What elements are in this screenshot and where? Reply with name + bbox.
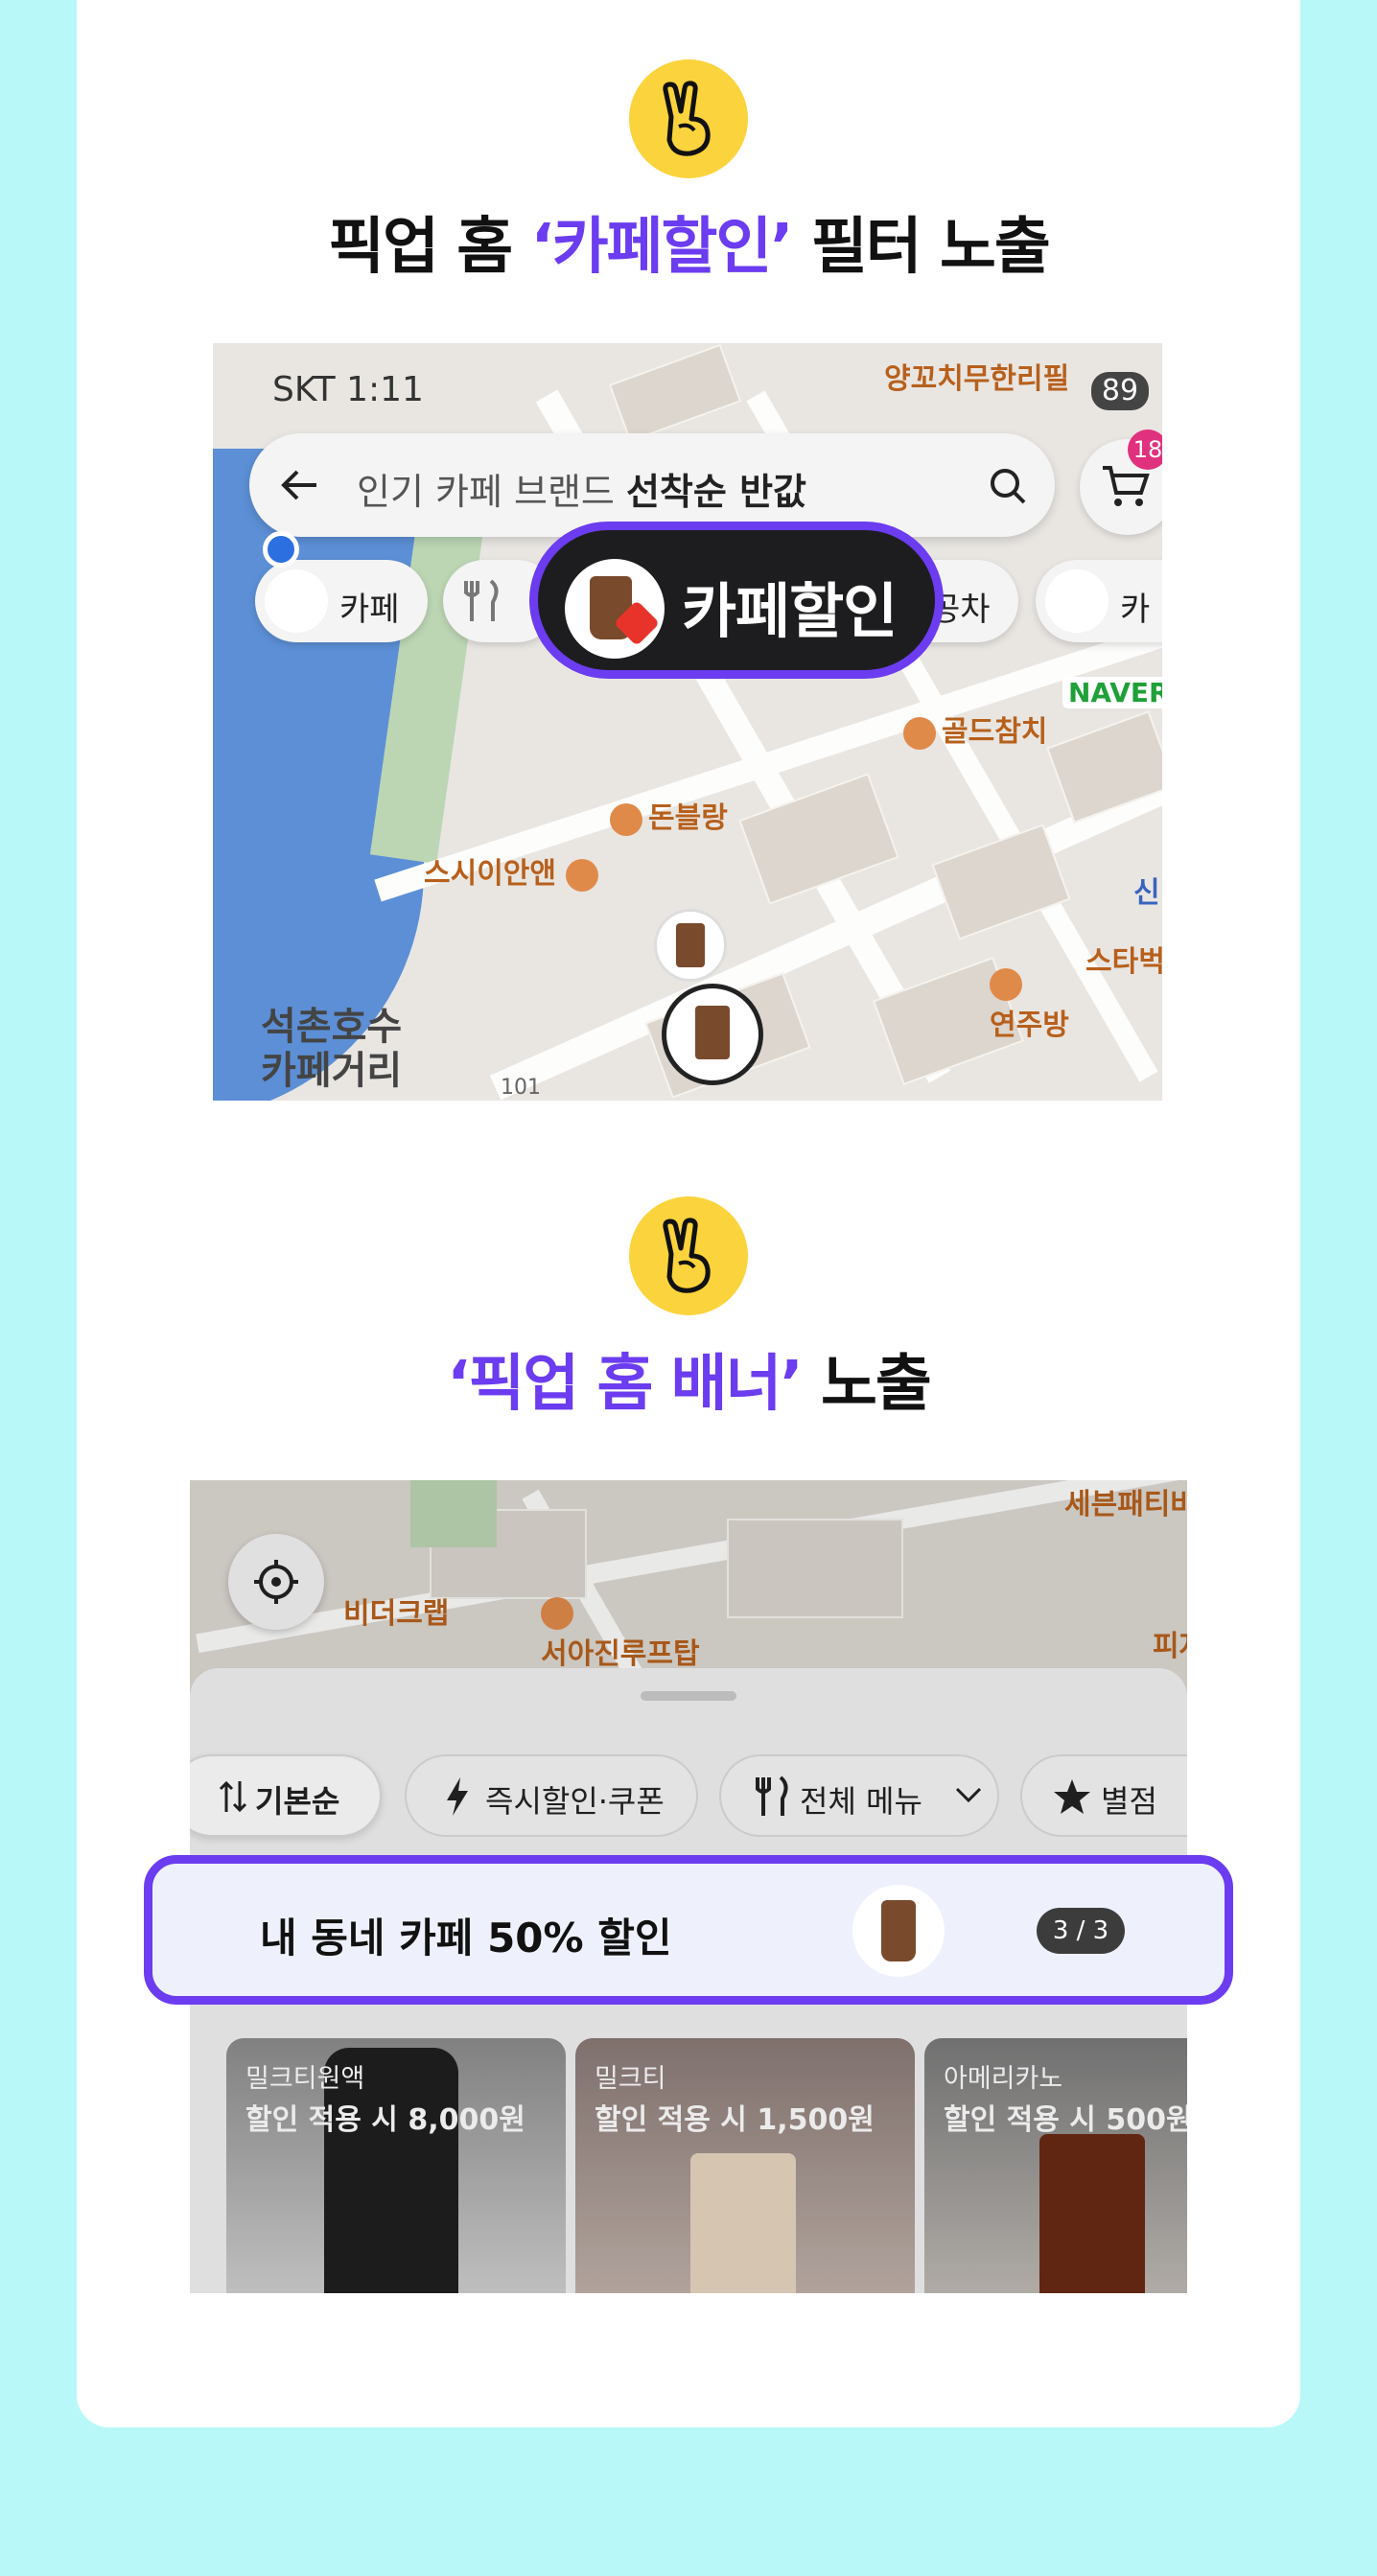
fork-knife-icon	[464, 579, 499, 621]
cafe-marker-selected[interactable]	[662, 984, 763, 1085]
victory-hand-badge	[629, 1196, 748, 1315]
poi-label: 신	[1133, 876, 1160, 910]
chip-cafe[interactable]: 카페	[255, 560, 428, 642]
coffee-cup-icon	[265, 569, 328, 633]
poi-label: 골드참치	[903, 708, 1047, 750]
chip-label: 카페	[339, 591, 400, 629]
heading-text: 픽업 홈	[328, 212, 531, 283]
naver-logo: NAVER	[1062, 677, 1162, 708]
location-dot	[263, 531, 299, 568]
status-bar: SKT 1:11	[272, 370, 424, 409]
coffee-cup-icon	[852, 1885, 945, 1977]
poi-label: 연주방	[990, 966, 1069, 1043]
heading-accent: ‘픽업 홈 배너’	[447, 1349, 804, 1420]
heading-text-post: 필터 노출	[791, 212, 1051, 283]
search-icon[interactable]	[988, 466, 1028, 506]
chip-label: 카	[1120, 591, 1151, 629]
section1-heading: 픽업 홈 ‘카페할인’ 필터 노출	[0, 197, 1377, 286]
cart-icon	[1103, 466, 1150, 506]
victory-hand-icon	[663, 1218, 711, 1293]
victory-hand-badge	[629, 59, 748, 178]
battery-indicator: 89	[1091, 372, 1149, 410]
poi-label: 스시이안앤	[424, 849, 604, 892]
poi-label: 스타벅	[1085, 945, 1162, 979]
poi-label: 돈블랑	[610, 794, 728, 836]
banner-pager: 3 / 3	[1037, 1908, 1125, 1954]
cart-count-badge: 18	[1128, 429, 1162, 470]
chip-partial[interactable]: 카	[1036, 560, 1162, 642]
back-arrow-icon[interactable]	[278, 464, 320, 506]
brand-logo-icon	[1045, 569, 1109, 633]
search-placeholder[interactable]: 인기 카페 브랜드 선착순 반값	[357, 462, 806, 515]
area-label: 석촌호수 카페거리	[261, 1005, 403, 1093]
road-number: 101	[501, 1076, 541, 1100]
cafe-discount-label: 카페할인	[682, 576, 898, 646]
discount-cup-icon	[565, 559, 665, 659]
heading-text-post: 노출	[801, 1349, 932, 1420]
banner-text: 내 동네 카페 50% 할인	[260, 1915, 672, 1961]
victory-hand-icon	[663, 81, 711, 156]
section2-heading: ‘픽업 홈 배너’ 노출	[0, 1334, 1377, 1423]
cart-button[interactable]: 18	[1080, 429, 1162, 535]
map-screenshot-1: SKT 1:11 89 양꼬치무한리필 인기 카페 브랜드 선착순 반값 18 …	[213, 343, 1162, 1101]
cafe-discount-chip[interactable]: 카페할인	[529, 522, 944, 679]
heading-accent: ‘카페할인’	[530, 212, 793, 283]
pickup-home-banner[interactable]: 내 동네 카페 50% 할인 3 / 3	[144, 1855, 1233, 2005]
cafe-marker[interactable]	[654, 909, 727, 982]
poi-label: 양꼬치무한리필	[884, 362, 1070, 396]
